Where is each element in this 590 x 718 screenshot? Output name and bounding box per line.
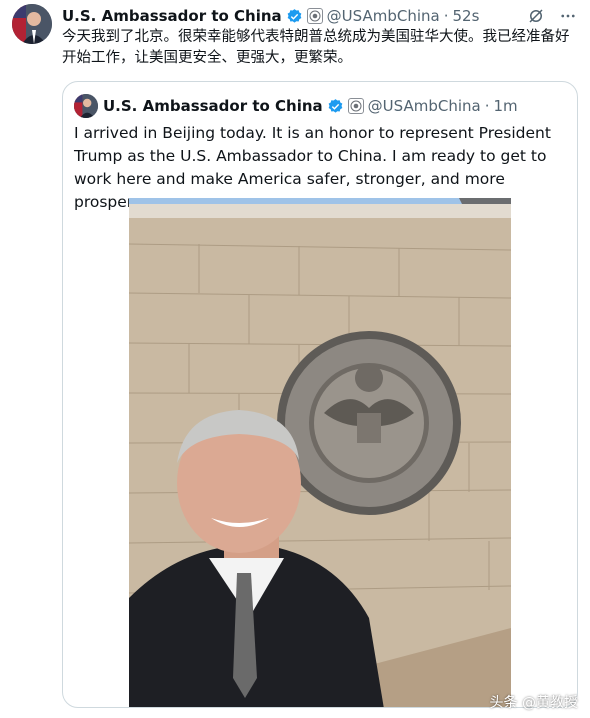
tweet-photo[interactable] — [129, 198, 511, 707]
quoted-author-handle[interactable]: @USAmbChina — [368, 97, 481, 115]
quoted-author-name[interactable]: U.S. Ambassador to China — [103, 97, 323, 115]
author-avatar[interactable] — [12, 4, 52, 44]
grok-icon[interactable] — [526, 6, 546, 26]
tweet-text: 今天我到了北京。很荣幸能够代表特朗普总统成为美国驻华大使。我已经准备好开始工作，… — [62, 29, 570, 66]
dot-separator: · — [484, 97, 490, 115]
government-seal-icon — [347, 98, 364, 114]
government-seal-icon — [306, 8, 323, 24]
quoted-author-avatar[interactable] — [74, 94, 98, 118]
more-options-icon[interactable] — [558, 6, 578, 26]
author-name[interactable]: U.S. Ambassador to China — [62, 7, 282, 25]
verified-badge-icon — [327, 98, 344, 115]
quoted-post-time[interactable]: 1m — [493, 97, 517, 115]
verified-badge-icon — [286, 8, 303, 25]
post-time[interactable]: 52s — [452, 7, 479, 25]
dot-separator: · — [443, 7, 449, 25]
author-handle[interactable]: @USAmbChina — [327, 7, 440, 25]
tweet[interactable]: U.S. Ambassador to China @USAmbChina · 5… — [0, 0, 590, 718]
quoted-tweet-header: U.S. Ambassador to China @USAmbChina · 1… — [103, 95, 567, 117]
tweet-header: U.S. Ambassador to China @USAmbChina · 5… — [62, 5, 578, 27]
watermark: 头条 @黄教授 — [489, 695, 578, 711]
quoted-tweet[interactable]: U.S. Ambassador to China @USAmbChina · 1… — [62, 81, 578, 708]
